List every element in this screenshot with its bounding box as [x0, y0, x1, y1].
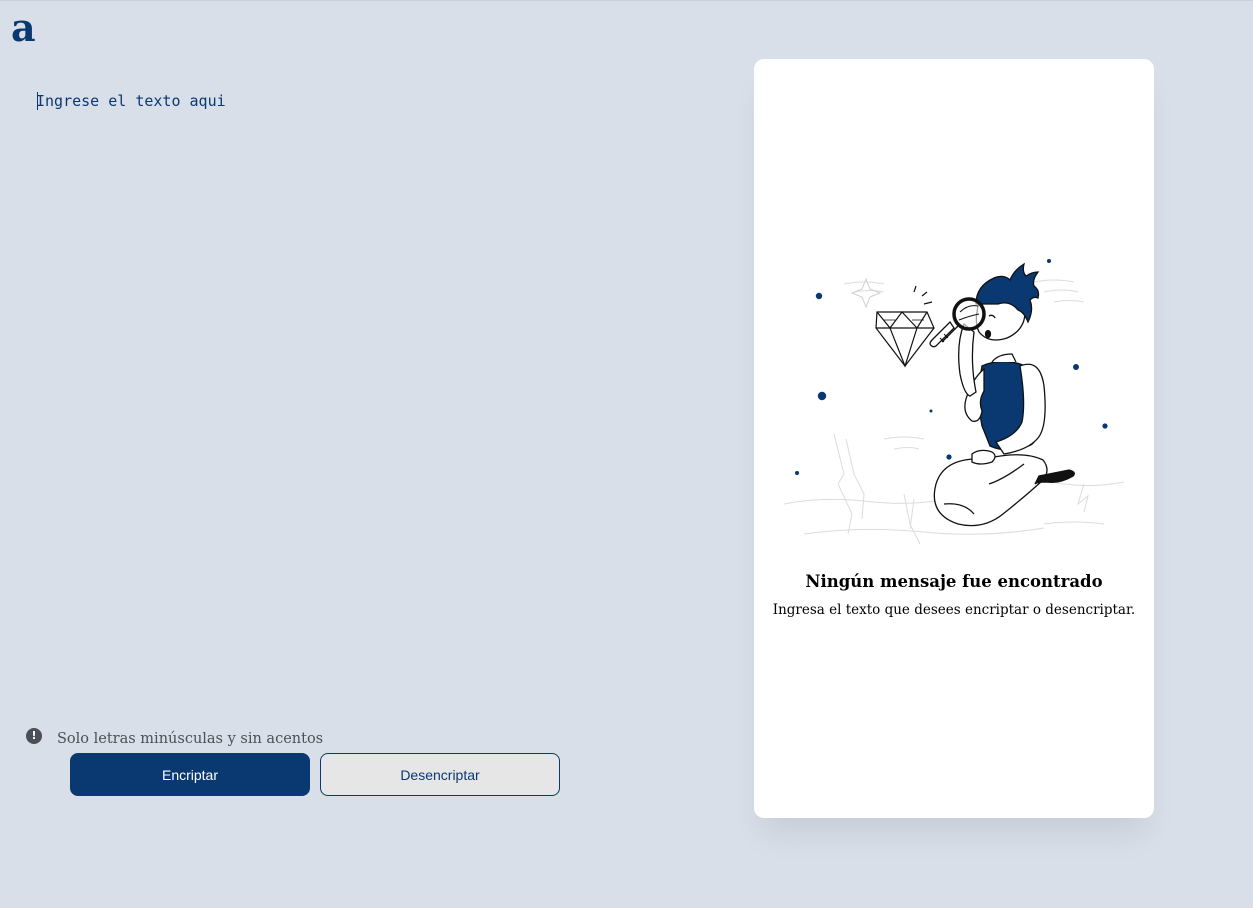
hint-text: Solo letras minúsculas y sin acentos [57, 730, 324, 747]
hint: ! Solo letras minúsculas y sin acentos [26, 725, 323, 749]
encrypt-button[interactable]: Encriptar [70, 753, 310, 796]
output-panel: Ningún mensaje fue encontrado Ingresa el… [754, 59, 1154, 818]
text-input[interactable] [36, 88, 676, 688]
decrypt-button[interactable]: Desencriptar [320, 753, 560, 796]
logo[interactable]: a [11, 6, 36, 50]
top-border [0, 0, 1253, 1]
exclamation-icon: ! [26, 728, 42, 744]
person-with-magnifying-glass-illustration [784, 259, 1125, 545]
empty-state-title: Ningún mensaje fue encontrado [805, 572, 1103, 591]
empty-state-description: Ingresa el texto que desees encriptar o … [772, 602, 1136, 618]
text-cursor [37, 92, 38, 110]
